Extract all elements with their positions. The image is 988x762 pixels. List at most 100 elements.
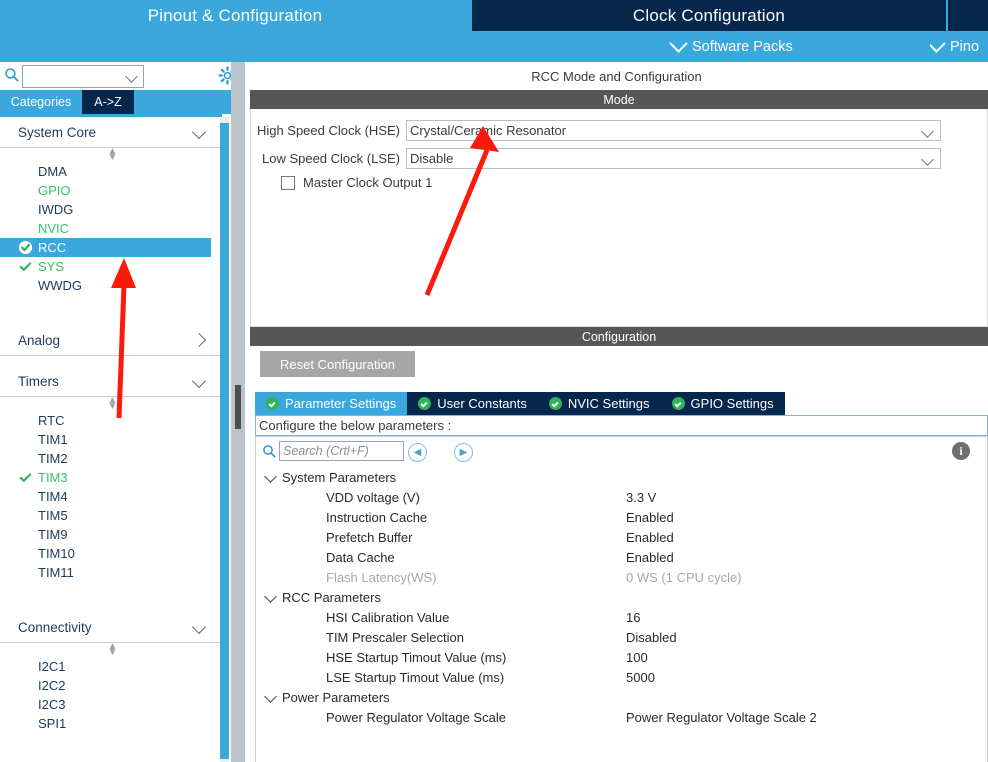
sidebar-item-label: TIM10 xyxy=(38,546,75,561)
param-row-instruction-cache[interactable]: Instruction Cache Enabled xyxy=(256,507,988,527)
sidebar-item-i2c2[interactable]: I2C2 xyxy=(0,676,222,695)
sidebar-item-sys[interactable]: SYS xyxy=(0,257,222,276)
tab-categories[interactable]: Categories xyxy=(0,90,82,114)
sidebar-item-spi1[interactable]: SPI1 xyxy=(0,714,222,733)
tab-pinout-configuration[interactable]: Pinout & Configuration xyxy=(0,0,470,31)
sidebar-item-label: TIM11 xyxy=(38,565,74,580)
lse-select[interactable]: Disable xyxy=(406,147,941,169)
parameter-search-input[interactable] xyxy=(279,441,404,461)
param-value: Enabled xyxy=(626,549,674,565)
hse-select-value: Crystal/Ceramic Resonator xyxy=(410,122,567,138)
sidebar-item-gpio[interactable]: GPIO xyxy=(0,181,222,200)
sidebar-scrollbar[interactable] xyxy=(220,117,229,762)
group-system-core[interactable]: System Core xyxy=(0,117,222,148)
tab-clock-configuration[interactable]: Clock Configuration xyxy=(472,0,946,31)
sidebar-item-tim5[interactable]: TIM5 xyxy=(0,506,222,525)
sidebar-item-rtc[interactable]: RTC xyxy=(0,411,222,430)
tab-user-constants[interactable]: User Constants xyxy=(407,392,538,415)
panel-splitter-handle[interactable] xyxy=(235,385,241,429)
chevron-down-icon xyxy=(921,124,934,138)
sidebar-item-tim1[interactable]: TIM1 xyxy=(0,430,222,449)
sidebar-item-tim2[interactable]: TIM2 xyxy=(0,449,222,468)
sidebar-item-iwdg[interactable]: IWDG xyxy=(0,200,222,219)
parameter-search-prev-button[interactable]: ◀ xyxy=(408,443,427,462)
param-group-label: Power Parameters xyxy=(282,689,390,705)
sidebar-item-dma[interactable]: DMA xyxy=(0,162,222,181)
sidebar-item-i2c3[interactable]: I2C3 xyxy=(0,695,222,714)
spinner-arrows-icon: ▲ ▼ xyxy=(107,641,118,658)
sidebar-item-tim10[interactable]: TIM10 xyxy=(0,544,222,563)
sidebar-item-wwdg[interactable]: WWDG xyxy=(0,276,222,295)
sidebar-item-label: TIM5 xyxy=(38,508,68,523)
group-timers[interactable]: Timers xyxy=(0,366,222,397)
sidebar-search-combo[interactable] xyxy=(22,65,144,88)
menu-pinout[interactable]: Pino xyxy=(930,31,988,62)
scroll-spinner-system-core[interactable]: ▲ ▼ xyxy=(0,147,222,163)
scroll-spinner-connectivity[interactable]: ▲ ▼ xyxy=(0,641,222,658)
param-group-power-parameters[interactable]: Power Parameters xyxy=(256,687,988,707)
master-clock-output-row[interactable]: Master Clock Output 1 xyxy=(281,175,432,190)
sidebar-item-label: DMA xyxy=(38,164,67,179)
chevron-down-icon xyxy=(921,152,934,166)
master-clock-output-checkbox[interactable] xyxy=(281,175,295,190)
sidebar-item-label: TIM2 xyxy=(38,451,68,466)
mode-section-label: Mode xyxy=(603,92,635,107)
param-group-system-parameters[interactable]: System Parameters xyxy=(256,467,988,487)
param-row-power-regulator-voltage-scale[interactable]: Power Regulator Voltage Scale Power Regu… xyxy=(256,707,988,727)
sidebar-item-tim11[interactable]: TIM11 xyxy=(0,563,222,582)
param-row-data-cache[interactable]: Data Cache Enabled xyxy=(256,547,988,567)
param-row-prefetch-buffer[interactable]: Prefetch Buffer Enabled xyxy=(256,527,988,547)
scroll-spinner-timers[interactable]: ▲ ▼ xyxy=(0,396,222,412)
sidebar-item-tim3[interactable]: TIM3 xyxy=(0,468,222,487)
sidebar: Categories A->Z System Core ▲ ▼ DMA GPIO… xyxy=(0,62,240,762)
tab-parameter-settings-label: Parameter Settings xyxy=(285,396,397,411)
tab-gpio-settings[interactable]: GPIO Settings xyxy=(660,392,785,415)
param-group-rcc-parameters[interactable]: RCC Parameters xyxy=(256,587,988,607)
sidebar-item-rcc[interactable]: RCC xyxy=(0,238,211,257)
sidebar-tabs: Categories A->Z xyxy=(0,90,240,114)
tab-nvic-settings-label: NVIC Settings xyxy=(567,396,650,411)
tab-nvic-settings[interactable]: NVIC Settings xyxy=(537,392,661,415)
mode-row-lse: Low Speed Clock (LSE) Disable xyxy=(251,147,941,169)
reset-configuration-button[interactable]: Reset Configuration xyxy=(260,351,415,377)
sidebar-item-nvic[interactable]: NVIC xyxy=(0,219,222,238)
sidebar-item-label: GPIO xyxy=(38,183,71,198)
sidebar-item-tim4[interactable]: TIM4 xyxy=(0,487,222,506)
chevron-down-icon xyxy=(930,34,946,53)
param-row-tim-prescaler-selection[interactable]: TIM Prescaler Selection Disabled xyxy=(256,627,988,647)
param-value: 5000 xyxy=(626,669,655,685)
group-connectivity[interactable]: Connectivity xyxy=(0,612,222,643)
hse-select[interactable]: Crystal/Ceramic Resonator xyxy=(406,119,941,141)
info-icon[interactable]: i xyxy=(952,442,970,460)
group-analog[interactable]: Analog xyxy=(0,325,222,356)
check-circle-icon xyxy=(18,240,33,255)
param-group-label: RCC Parameters xyxy=(282,589,381,605)
sidebar-item-tim9[interactable]: TIM9 xyxy=(0,525,222,544)
menu-software-packs[interactable]: Software Packs xyxy=(669,31,793,62)
sidebar-scrollbar-thumb[interactable] xyxy=(220,123,229,759)
param-row-hse-startup-timeout[interactable]: HSE Startup Timout Value (ms) 100 xyxy=(256,647,988,667)
tab-overflow-stub[interactable] xyxy=(948,0,988,31)
param-name: Data Cache xyxy=(326,549,395,565)
parameter-search-next-button[interactable]: ▶ xyxy=(454,443,473,462)
param-row-vdd-voltage[interactable]: VDD voltage (V) 3.3 V xyxy=(256,487,988,507)
tab-gpio-settings-label: GPIO Settings xyxy=(690,396,774,411)
mode-section-body: High Speed Clock (HSE) Crystal/Ceramic R… xyxy=(250,109,988,327)
tab-parameter-settings[interactable]: Parameter Settings xyxy=(255,392,408,415)
tab-a-to-z[interactable]: A->Z xyxy=(82,90,134,114)
param-name: Prefetch Buffer xyxy=(326,529,413,545)
group-analog-label: Analog xyxy=(18,332,61,348)
sidebar-search-row xyxy=(0,62,240,90)
sidebar-item-i2c1[interactable]: I2C1 xyxy=(0,657,222,676)
mode-label-lse: Low Speed Clock (LSE) xyxy=(261,150,400,166)
param-row-lse-startup-timeout[interactable]: LSE Startup Timout Value (ms) 5000 xyxy=(256,667,988,687)
configuration-section-header: Configuration xyxy=(250,327,988,346)
mode-row-hse: High Speed Clock (HSE) Crystal/Ceramic R… xyxy=(251,119,941,141)
peripheral-tree: System Core ▲ ▼ DMA GPIO IWDG NVIC RCC S… xyxy=(0,117,222,762)
sidebar-item-label: WWDG xyxy=(38,278,83,293)
param-name: HSI Calibration Value xyxy=(326,609,450,625)
param-row-hsi-calibration-value[interactable]: HSI Calibration Value 16 xyxy=(256,607,988,627)
